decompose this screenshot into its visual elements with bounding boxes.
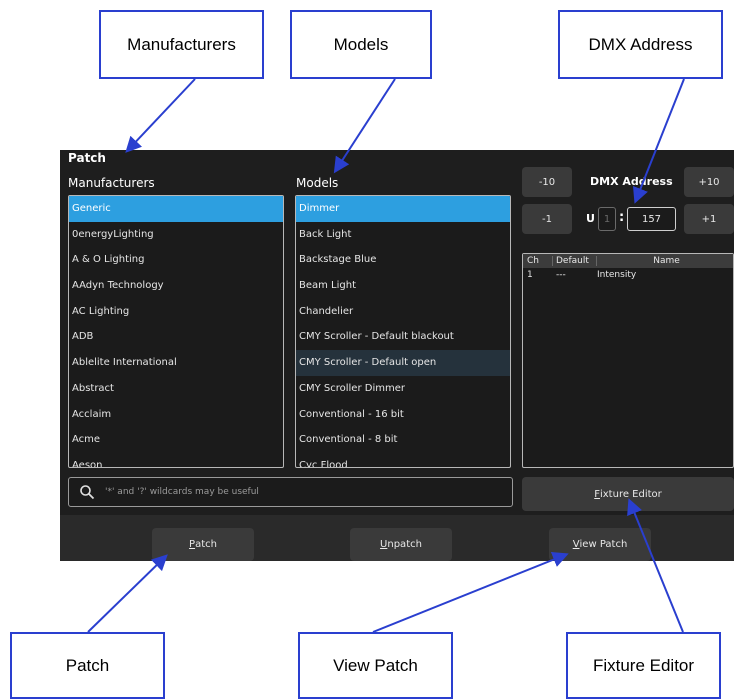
manufacturers-header: Manufacturers [68,176,155,190]
column-header-default: Default [553,256,597,266]
callout-manufacturers: Manufacturers [99,10,264,79]
plus-1-button[interactable]: +1 [684,204,734,234]
list-item[interactable]: AC Lighting [69,299,283,325]
address-separator: : [619,210,625,225]
list-item[interactable]: CMY Scroller Dimmer [296,376,510,402]
table-row[interactable]: 1 --- Intensity [523,268,733,281]
search-icon [80,485,95,500]
fixture-editor-label: ixture Editor [599,488,662,500]
unpatch-button[interactable]: Unpatch [350,528,452,561]
dmx-address-field[interactable]: 157 [627,207,676,231]
callout-models: Models [290,10,432,79]
dmx-address-label: DMX Address [590,175,673,188]
view-patch-mnemonic: V [572,539,580,550]
list-item[interactable]: 0energyLighting [69,222,283,248]
view-patch-label: iew Patch [579,539,628,550]
list-item[interactable]: AAdyn Technology [69,273,283,299]
list-item[interactable]: Abstract [69,376,283,402]
list-item[interactable]: Generic [69,196,283,222]
window-title: Patch [68,151,106,165]
universe-field[interactable]: 1 [598,207,616,231]
list-item[interactable]: Aeson [69,453,283,467]
universe-label: U [586,212,595,225]
table-cell: --- [556,269,566,280]
patch-button[interactable]: Patch [152,528,254,561]
manufacturers-list[interactable]: Generic 0energyLighting A & O Lighting A… [68,195,284,468]
list-item[interactable]: Conventional - 16 bit [296,402,510,428]
models-list[interactable]: Dimmer Back Light Backstage Blue Beam Li… [295,195,511,468]
search-placeholder: '*' and '?' wildcards may be useful [105,487,259,497]
plus-10-button[interactable]: +10 [684,167,734,197]
table-cell: Intensity [597,269,637,280]
callout-fixture-editor: Fixture Editor [566,632,721,699]
list-item[interactable]: Chandelier [296,299,510,325]
view-patch-button[interactable]: View Patch [549,528,651,561]
list-item[interactable]: Cyc Flood [296,453,510,467]
list-item[interactable]: CMY Scroller - Default open [296,350,510,376]
minus-1-button[interactable]: -1 [522,204,572,234]
callout-patch: Patch [10,632,165,699]
models-header: Models [296,176,339,190]
arrow-manufacturers [125,78,196,153]
list-item[interactable]: ADB [69,324,283,350]
bottom-toolbar: Patch Unpatch View Patch [60,515,734,561]
list-item[interactable]: Back Light [296,222,510,248]
list-item[interactable]: Acclaim [69,402,283,428]
patch-window: Patch Manufacturers Models Generic 0ener… [60,150,734,561]
list-item[interactable]: CMY Scroller - Default blackout [296,324,510,350]
list-item[interactable]: A & O Lighting [69,247,283,273]
table-cell: 1 [527,269,533,280]
patch-label: atch [195,539,217,550]
channel-table-header: Ch Default Name [523,254,733,268]
arrow-view-patch [372,552,569,633]
search-input[interactable]: '*' and '?' wildcards may be useful [68,477,513,507]
list-item[interactable]: Backstage Blue [296,247,510,273]
unpatch-label: npatch [387,539,422,550]
arrow-patch [87,554,168,633]
list-item[interactable]: Dimmer [296,196,510,222]
channel-table[interactable]: Ch Default Name 1 --- Intensity [522,253,734,468]
column-header-name: Name [653,256,680,266]
minus-10-button[interactable]: -10 [522,167,572,197]
list-item[interactable]: Ablelite International [69,350,283,376]
column-header-ch: Ch [523,256,553,266]
callout-dmx-address: DMX Address [558,10,723,79]
list-item[interactable]: Acme [69,427,283,453]
unpatch-mnemonic: U [380,539,388,550]
callout-view-patch: View Patch [298,632,453,699]
fixture-editor-button[interactable]: Fixture Editor [522,477,734,511]
list-item[interactable]: Beam Light [296,273,510,299]
list-item[interactable]: Conventional - 8 bit [296,427,510,453]
